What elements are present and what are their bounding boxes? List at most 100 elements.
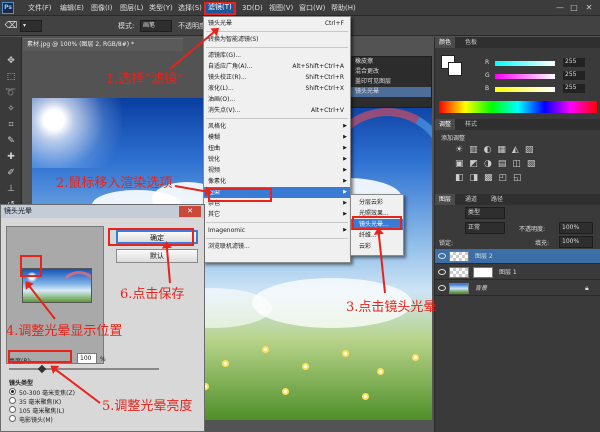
menu-help[interactable]: 帮助(H): [329, 3, 358, 14]
menu-layer[interactable]: 图层(L): [118, 3, 145, 14]
menu-edit[interactable]: 编辑(E): [58, 3, 86, 14]
menu-file[interactable]: 文件(F): [26, 3, 54, 14]
menu-item-stylize[interactable]: 风格化 ▶: [204, 121, 350, 132]
menu-select[interactable]: 选择(S): [176, 3, 204, 14]
history-item[interactable]: 混合更改: [351, 67, 431, 77]
document-tab[interactable]: 素材.jpg @ 100% (图层 2, RGB/8#) *: [23, 38, 183, 51]
channel-r-value[interactable]: 255: [563, 58, 585, 67]
annotation-render-box: [208, 188, 272, 202]
menu-item-vanishing-point[interactable]: 消失点(V)... Alt+Ctrl+V: [204, 105, 350, 116]
brush-size-select[interactable]: ▾: [20, 20, 42, 32]
layer-row[interactable]: 图层 2: [435, 249, 600, 264]
healing-brush-icon[interactable]: ✚: [4, 151, 18, 163]
shortcut-label: Ctrl+F: [324, 20, 344, 27]
channel-g-slider[interactable]: [495, 74, 555, 79]
channel-r-label: R: [485, 59, 490, 66]
channel-b-slider[interactable]: [495, 87, 555, 92]
layer-thumbnail: [449, 267, 469, 278]
layer-filter-select[interactable]: 类型: [465, 207, 505, 219]
layer-row[interactable]: 背景 🔒︎: [435, 281, 600, 296]
menu-item-pixelate[interactable]: 像素化 ▶: [204, 176, 350, 187]
lens-type-radio[interactable]: [9, 415, 16, 422]
menu-item-liquify[interactable]: 液化(L)... Shift+Ctrl+X: [204, 83, 350, 94]
submenu-difference-clouds[interactable]: 分层云彩: [351, 197, 403, 208]
tab-layers[interactable]: 图层: [435, 194, 456, 205]
adjustment-icons-row-2[interactable]: ▣◩◑▤◫▧: [455, 159, 541, 169]
tab-swatches[interactable]: 色板: [461, 37, 481, 48]
menu-3d[interactable]: 3D(D): [240, 3, 265, 14]
tab-paths[interactable]: 路径: [487, 194, 507, 205]
crop-tool-icon[interactable]: ⌗: [4, 119, 18, 131]
color-spectrum-ramp[interactable]: [439, 101, 597, 113]
blend-mode-select[interactable]: 正常: [465, 222, 505, 234]
tab-color[interactable]: 颜色: [435, 37, 456, 48]
visibility-eye-icon[interactable]: [438, 253, 446, 259]
brightness-slider-track[interactable]: [9, 368, 159, 370]
tab-styles[interactable]: 样式: [461, 119, 481, 130]
history-item[interactable]: 盖印可见图层: [351, 77, 431, 87]
menu-item-last-filter[interactable]: 镜头光晕 Ctrl+F: [204, 18, 350, 29]
marquee-tool-icon[interactable]: ⬚: [4, 71, 18, 83]
brush-tool-icon[interactable]: ✐: [4, 167, 18, 179]
layer-row[interactable]: 图层 1: [435, 265, 600, 280]
eyedropper-icon[interactable]: ✎: [4, 135, 18, 147]
background-color-swatch[interactable]: [448, 62, 462, 76]
lens-type-radio[interactable]: [9, 397, 16, 404]
minimize-icon[interactable]: —: [554, 2, 566, 13]
history-item-selected[interactable]: 镜头光晕: [351, 87, 431, 97]
eraser-icon[interactable]: ⌫: [4, 20, 18, 32]
move-tool-icon[interactable]: ✥: [4, 55, 18, 67]
annotation-step-1: 1.选择“滤镜”: [106, 72, 184, 87]
fill-value[interactable]: 100%: [559, 236, 593, 248]
layers-panel-tabs: 图层 通道 路径: [435, 194, 600, 205]
layer-opacity-value[interactable]: 100%: [559, 222, 593, 234]
maximize-icon[interactable]: □: [568, 2, 580, 13]
history-item[interactable]: 橡皮擦: [351, 57, 431, 67]
close-icon[interactable]: ✕: [583, 2, 595, 13]
brightness-input[interactable]: 100: [77, 353, 97, 364]
lens-type-radio[interactable]: [9, 388, 16, 395]
menu-item-filter-gallery[interactable]: 滤镜库(G)...: [204, 50, 350, 61]
channel-g-label: G: [485, 72, 490, 79]
menu-filter[interactable]: 滤镜(T): [204, 2, 236, 15]
adjustment-icons-row-1[interactable]: ☀▥◐▦◭▨: [455, 145, 539, 155]
lens-type-radio[interactable]: [9, 406, 16, 413]
menu-item-sharpen[interactable]: 锐化 ▶: [204, 154, 350, 165]
menu-item-blur[interactable]: 模糊 ▶: [204, 132, 350, 143]
submenu-clouds[interactable]: 云彩: [351, 241, 403, 252]
brightness-slider-thumb[interactable]: [37, 364, 47, 374]
menu-item-adaptive-wide[interactable]: 自适应广角(A)... Alt+Shift+Ctrl+A: [204, 61, 350, 72]
visibility-eye-icon[interactable]: [438, 269, 446, 275]
menu-item-lens-correction[interactable]: 镜头校正(R)... Shift+Ctrl+R: [204, 72, 350, 83]
flare-preview-frame[interactable]: [6, 226, 104, 364]
magic-wand-icon[interactable]: ✧: [4, 103, 18, 115]
adjustment-icons-row-3[interactable]: ◧◨▩◰◱: [455, 173, 528, 183]
tab-channels[interactable]: 通道: [461, 194, 481, 205]
lasso-tool-icon[interactable]: ➰: [4, 87, 18, 99]
reset-button[interactable]: 默认: [116, 249, 198, 263]
submenu-arrow-icon: ▶: [343, 227, 347, 233]
menu-item-other[interactable]: 其它 ▶: [204, 209, 350, 220]
visibility-eye-icon[interactable]: [438, 285, 446, 291]
menu-item-smart-filter[interactable]: 转换为智能滤镜(S): [204, 34, 350, 45]
channel-r-slider[interactable]: [495, 61, 555, 66]
menu-item-browse-online[interactable]: 浏览联机滤镜...: [204, 241, 350, 252]
channel-b-value[interactable]: 255: [563, 84, 585, 93]
daisy: [302, 363, 309, 370]
menu-window[interactable]: 窗口(W): [297, 3, 327, 14]
stamp-tool-icon[interactable]: ⊥: [4, 183, 18, 195]
dialog-title: 镜头光晕: [1, 205, 204, 218]
mode-select[interactable]: 画笔: [140, 20, 172, 32]
menu-item-video[interactable]: 视频 ▶: [204, 165, 350, 176]
menu-item-distort[interactable]: 扭曲 ▶: [204, 143, 350, 154]
menu-image[interactable]: 图像(I): [89, 3, 115, 14]
menu-item-oil-paint[interactable]: 油画(O)...: [204, 94, 350, 105]
menu-type[interactable]: 类型(Y): [147, 3, 175, 14]
daisy: [377, 368, 384, 375]
tab-adjustments[interactable]: 调整: [435, 119, 456, 130]
channel-g-value[interactable]: 255: [563, 71, 585, 80]
menu-view[interactable]: 视图(V): [267, 3, 295, 14]
annotation-brightness-box: [8, 350, 72, 363]
menu-item-imagenomic[interactable]: Imagenomic ▶: [204, 225, 350, 236]
dialog-close-icon[interactable]: ✕: [179, 206, 201, 217]
